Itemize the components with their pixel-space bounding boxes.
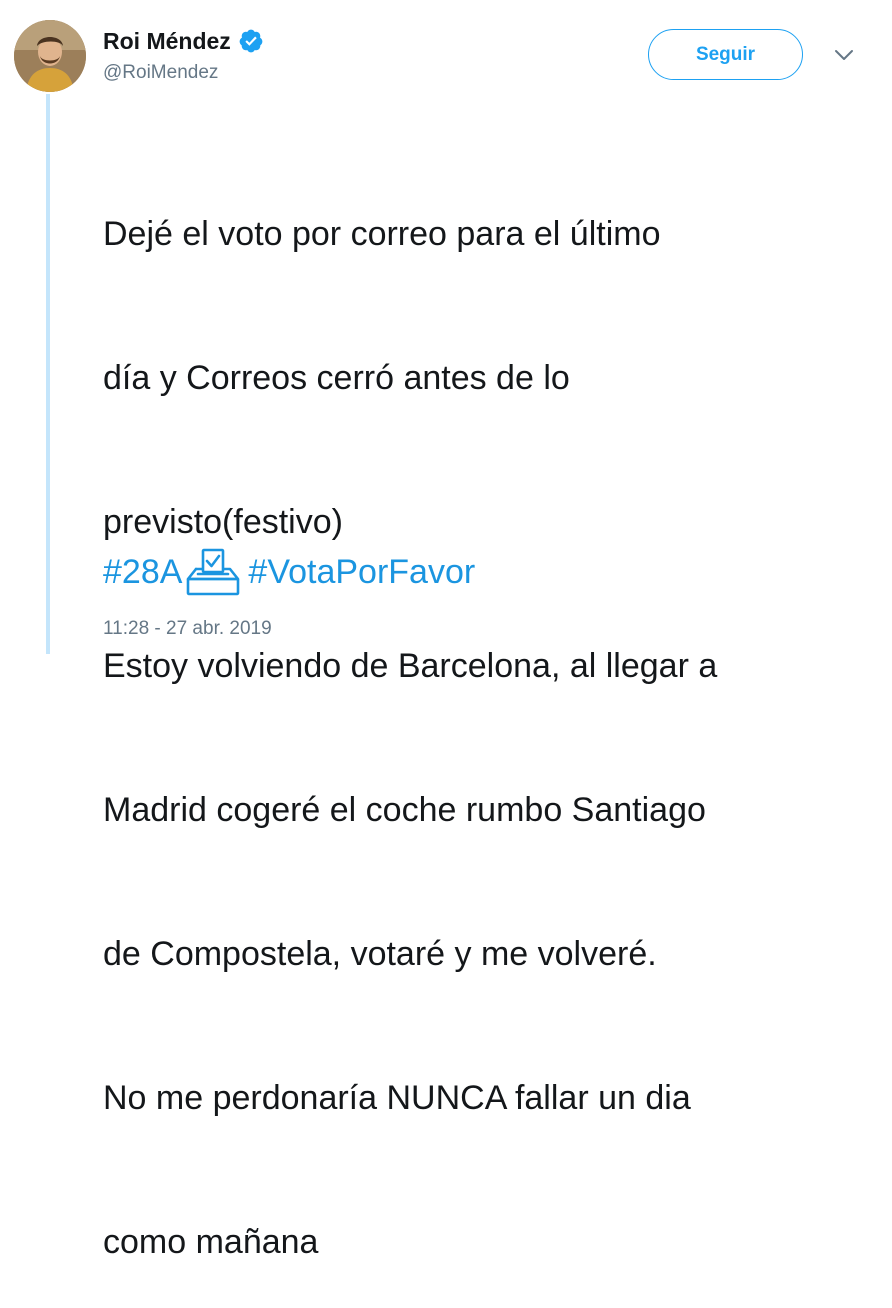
display-name[interactable]: Roi Méndez <box>103 26 231 56</box>
tweet-line: Dejé el voto por correo para el último <box>103 215 661 253</box>
chevron-down-icon[interactable] <box>832 46 856 64</box>
hashtag-votaporfavor[interactable]: #VotaPorFavor <box>248 547 475 597</box>
tweet-line: como mañana <box>103 1223 319 1261</box>
user-handle[interactable]: @RoiMendez <box>103 61 264 85</box>
hashtag-row: #28A #VotaPorFavor <box>103 547 475 597</box>
tweet-line: Madrid cogeré el coche rumbo Santiago <box>103 791 706 829</box>
follow-button[interactable]: Seguir <box>648 29 803 80</box>
tweet-line: Estoy volviendo de Barcelona, al llegar … <box>103 647 718 685</box>
ballot-box-icon[interactable] <box>184 547 242 597</box>
avatar[interactable] <box>14 20 86 92</box>
tweet-line: día y Correos cerró antes de lo <box>103 359 570 397</box>
user-info: Roi Méndez @RoiMendez <box>103 26 264 85</box>
verified-badge-icon <box>238 28 264 54</box>
name-row: Roi Méndez <box>103 26 264 56</box>
thread-line <box>46 94 50 654</box>
tweet-timestamp[interactable]: 11:28 - 27 abr. 2019 <box>103 617 272 641</box>
tweet-text: Dejé el voto por correo para el último d… <box>103 114 873 1308</box>
avatar-photo-icon <box>14 20 86 92</box>
tweet-line: previsto(festivo) <box>103 503 343 541</box>
tweet-line: No me perdonaría NUNCA fallar un dia <box>103 1079 691 1117</box>
tweet-line: de Compostela, votaré y me volveré. <box>103 935 657 973</box>
hashtag-28a[interactable]: #28A <box>103 547 182 597</box>
